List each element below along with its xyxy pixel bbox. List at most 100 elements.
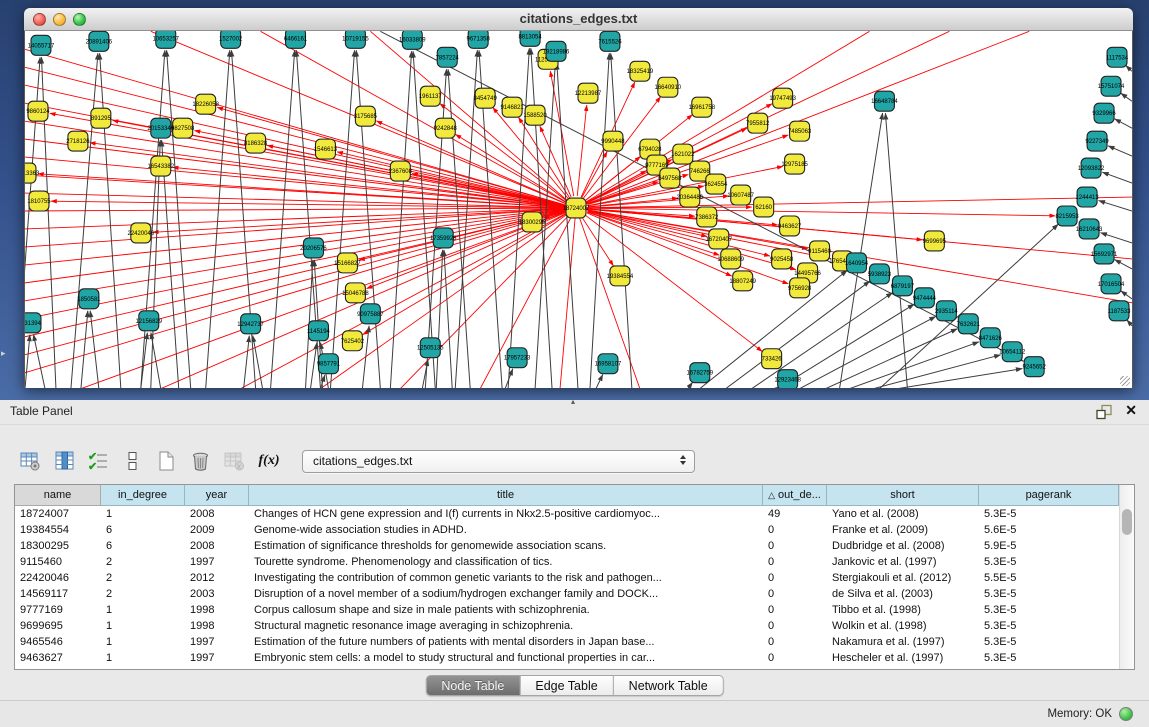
graph-node[interactable]: 6497568	[658, 168, 682, 188]
graph-node[interactable]: 17359928	[430, 228, 457, 248]
cell-out_degree[interactable]: 0	[763, 602, 827, 618]
graph-node[interactable]: 12923468	[774, 370, 801, 388]
graph-node[interactable]: 7625402	[341, 331, 365, 351]
graph-node[interactable]: 1621022	[671, 144, 695, 164]
cell-in_degree[interactable]: 2	[101, 586, 185, 602]
graph-node[interactable]: 15166827	[334, 253, 361, 273]
graph-node[interactable]: 9990448	[601, 131, 625, 151]
tab-edge-table[interactable]: Edge Table	[520, 675, 613, 696]
cell-title[interactable]: Investigating the contribution of common…	[249, 570, 763, 586]
graph-node[interactable]: 1640954	[845, 253, 869, 273]
cell-name[interactable]: 22420046	[15, 570, 101, 586]
close-panel-icon[interactable]: ✕	[1125, 402, 1137, 419]
graph-node[interactable]: 7485063	[788, 121, 812, 141]
graph-node[interactable]: 8215953	[1055, 206, 1079, 226]
graph-node[interactable]: 20153346	[147, 118, 174, 138]
memory-status-indicator[interactable]	[1119, 707, 1133, 721]
cell-out_degree[interactable]: 0	[763, 634, 827, 650]
graph-node[interactable]: 15046788	[342, 283, 369, 303]
cell-out_degree[interactable]: 0	[763, 570, 827, 586]
cell-in_degree[interactable]: 1	[101, 506, 185, 522]
cell-in_degree[interactable]: 1	[101, 618, 185, 634]
cell-title[interactable]: Corpus callosum shape and size in male p…	[249, 602, 763, 618]
cell-out_degree[interactable]: 0	[763, 586, 827, 602]
cell-short[interactable]: Stergiakouli et al. (2012)	[827, 570, 979, 586]
graph-edge[interactable]	[71, 53, 98, 388]
graph-node[interactable]: 733426	[762, 349, 783, 369]
graph-node[interactable]: 12156829	[135, 311, 162, 331]
graph-node[interactable]: 1810755	[27, 191, 51, 211]
graph-node[interactable]: 8471626	[979, 328, 1003, 348]
graph-node[interactable]: 7632621	[957, 314, 981, 334]
graph-edge[interactable]	[576, 197, 1132, 208]
cell-short[interactable]: Hescheler et al. (1997)	[827, 650, 979, 666]
graph-node[interactable]: 12093822	[1078, 158, 1105, 178]
cell-name[interactable]: 18724007	[15, 506, 101, 522]
cell-year[interactable]: 2009	[185, 522, 249, 538]
graph-node[interactable]: 9474444	[913, 288, 937, 308]
graph-node[interactable]: 1546613	[314, 139, 338, 159]
graph-edge[interactable]	[1126, 65, 1132, 71]
graph-edge[interactable]	[873, 355, 1000, 388]
graph-node[interactable]: 19218986	[543, 41, 570, 61]
graph-node[interactable]: 9756928	[788, 278, 812, 298]
graph-node[interactable]: 20891406	[86, 31, 113, 51]
graph-edge[interactable]	[826, 329, 958, 388]
graph-node[interactable]: 16543382	[147, 156, 174, 176]
cell-short[interactable]: Franke et al. (2009)	[827, 522, 979, 538]
graph-node[interactable]: 62160	[754, 197, 774, 217]
graph-edge[interactable]	[1115, 119, 1132, 128]
cell-out_degree[interactable]: 0	[763, 554, 827, 570]
selection-mode-icon[interactable]: ✔ ✔	[84, 448, 114, 474]
graph-node[interactable]: 9329966	[1092, 103, 1116, 123]
graph-node[interactable]: 3624554	[704, 174, 728, 194]
cell-short[interactable]: de Silva et al. (2003)	[827, 586, 979, 602]
graph-node[interactable]: 7857224	[436, 47, 460, 67]
column-header-short[interactable]: short	[827, 485, 979, 506]
graph-node[interactable]: 9245652	[1023, 357, 1047, 377]
graph-node[interactable]: 9115460	[808, 241, 831, 261]
graph-edge[interactable]	[217, 107, 564, 204]
graph-node[interactable]: 15692971	[1091, 244, 1118, 264]
network-canvas[interactable]: 1872400798601248912951822605898275088186…	[24, 31, 1133, 388]
graph-edge[interactable]	[25, 208, 576, 355]
graph-node[interactable]: 1244413	[1075, 187, 1099, 207]
cell-year[interactable]: 2008	[185, 506, 249, 522]
window-resize-grip[interactable]	[1120, 376, 1130, 386]
cell-year[interactable]: 2012	[185, 570, 249, 586]
graph-node[interactable]: 891295	[91, 108, 112, 128]
close-button[interactable]	[33, 13, 46, 26]
cell-in_degree[interactable]: 2	[101, 570, 185, 586]
graph-edge[interactable]	[90, 311, 99, 388]
graph-node[interactable]: 90975887	[357, 304, 384, 324]
graph-node[interactable]: 17957233	[504, 348, 531, 368]
graph-edge[interactable]	[1121, 93, 1132, 101]
graph-edge[interactable]	[1108, 146, 1132, 156]
graph-node[interactable]: 9699695	[923, 231, 947, 251]
column-header-year[interactable]: year	[185, 485, 249, 506]
graph-edge[interactable]	[1100, 233, 1132, 243]
cell-short[interactable]: Yano et al. (2008)	[827, 506, 979, 522]
table-row[interactable]: 1456911722003Disruption of a novel membe…	[15, 586, 1119, 602]
graph-node[interactable]: 9146821	[500, 97, 524, 117]
cell-pagerank[interactable]: 5.3E-5	[979, 618, 1119, 634]
graph-node[interactable]: 1527002	[219, 31, 243, 48]
graph-node[interactable]: 19747493	[769, 88, 796, 108]
graph-node[interactable]: 331394	[25, 313, 42, 333]
cell-in_degree[interactable]: 1	[101, 634, 185, 650]
graph-node[interactable]: 16033809	[399, 31, 426, 49]
graph-edge[interactable]	[540, 126, 571, 197]
graph-node[interactable]: 16640910	[655, 77, 682, 97]
cell-name[interactable]: 9463627	[15, 650, 101, 666]
cell-year[interactable]: 1997	[185, 634, 249, 650]
column-header-out_degree[interactable]: △out_de...	[763, 485, 827, 506]
table-row[interactable]: 946362711997Embryonic stem cells: a mode…	[15, 650, 1119, 666]
cell-out_degree[interactable]: 0	[763, 522, 827, 538]
graph-edge[interactable]	[1127, 320, 1132, 326]
cell-short[interactable]: Jankovic et al. (1997)	[827, 554, 979, 570]
table-mode-icon[interactable]	[16, 448, 46, 474]
table-row[interactable]: 2242004622012Investigating the contribut…	[15, 570, 1119, 586]
graph-node[interactable]: 1850581	[77, 289, 101, 309]
column-header-title[interactable]: title	[249, 485, 763, 506]
column-header-pagerank[interactable]: pagerank	[979, 485, 1119, 506]
